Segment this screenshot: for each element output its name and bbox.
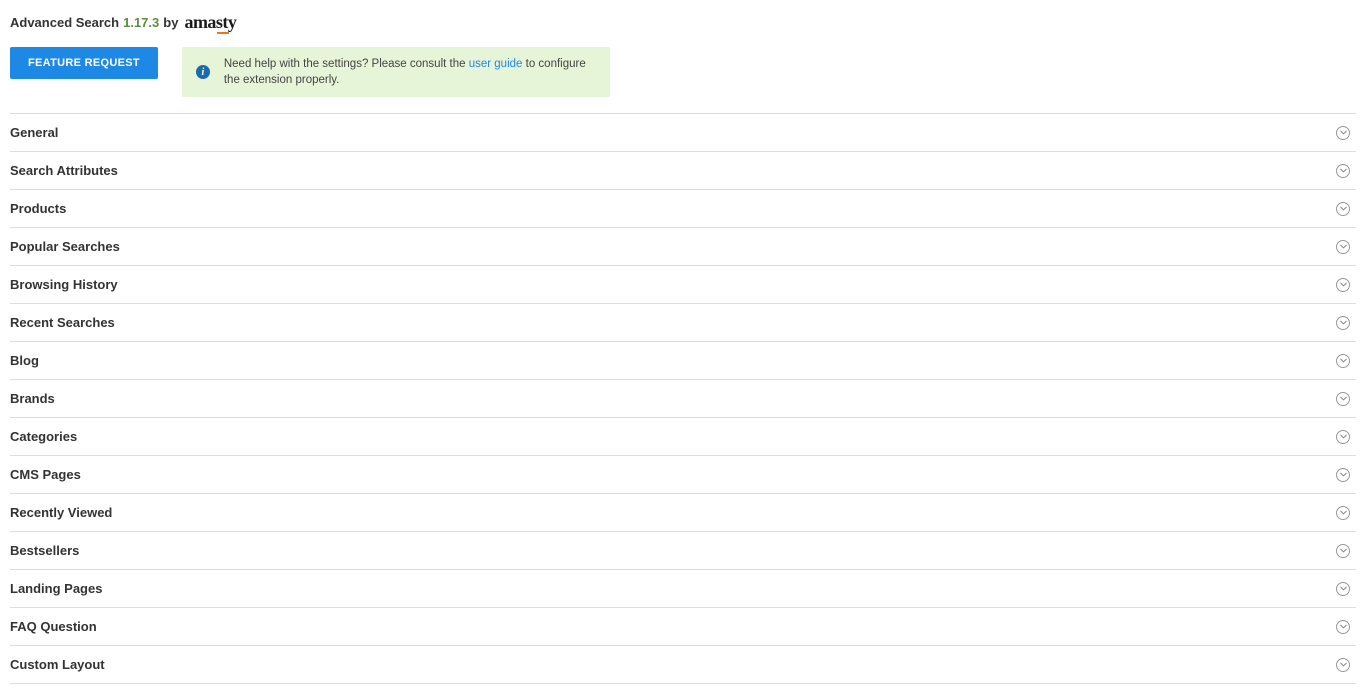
chevron-down-icon [1336,316,1350,330]
info-icon: i [196,65,210,79]
section-label: Categories [10,429,77,444]
section-row[interactable]: Categories [10,418,1356,456]
section-label: Custom Layout [10,657,105,672]
section-label: Popular Searches [10,239,120,254]
chevron-down-icon [1336,278,1350,292]
section-row[interactable]: Search Attributes [10,152,1356,190]
brand-logo: amasty [184,12,236,33]
chevron-down-icon [1336,354,1350,368]
chevron-down-icon [1336,582,1350,596]
user-guide-link[interactable]: user guide [469,58,523,70]
chevron-down-icon [1336,544,1350,558]
section-label: Browsing History [10,277,118,292]
section-label: Products [10,201,66,216]
section-row[interactable]: FAQ Question [10,608,1356,646]
info-text-before: Need help with the settings? Please cons… [224,58,469,70]
section-row[interactable]: Landing Pages [10,570,1356,608]
module-version: 1.17.3 [123,15,159,30]
module-title: Advanced Search [10,15,119,30]
feature-request-button[interactable]: FEATURE REQUEST [10,47,158,79]
chevron-down-icon [1336,240,1350,254]
section-row[interactable]: CMS Pages [10,456,1356,494]
section-label: General [10,125,58,140]
section-label: Brands [10,391,55,406]
info-banner: i Need help with the settings? Please co… [182,47,610,97]
section-label: CMS Pages [10,467,81,482]
section-row[interactable]: Products [10,190,1356,228]
section-row[interactable]: Custom Layout [10,646,1356,684]
sections-list: General Search Attributes Products Popular … [10,113,1356,684]
info-text: Need help with the settings? Please cons… [224,56,594,88]
chevron-down-icon [1336,506,1350,520]
chevron-down-icon [1336,126,1350,140]
section-label: Search Attributes [10,163,118,178]
section-row[interactable]: Popular Searches [10,228,1356,266]
chevron-down-icon [1336,620,1350,634]
chevron-down-icon [1336,468,1350,482]
section-row[interactable]: Recently Viewed [10,494,1356,532]
chevron-down-icon [1336,164,1350,178]
section-row[interactable]: Bestsellers [10,532,1356,570]
section-label: Recently Viewed [10,505,112,520]
section-row[interactable]: General [10,113,1356,152]
section-label: Blog [10,353,39,368]
header-row: Advanced Search 1.17.3 by amasty [10,12,1356,33]
section-label: Landing Pages [10,581,102,596]
chevron-down-icon [1336,202,1350,216]
by-text: by [163,15,178,30]
section-label: Recent Searches [10,315,115,330]
section-row[interactable]: Brands [10,380,1356,418]
section-row[interactable]: Recent Searches [10,304,1356,342]
chevron-down-icon [1336,658,1350,672]
chevron-down-icon [1336,392,1350,406]
section-label: Bestsellers [10,543,79,558]
chevron-down-icon [1336,430,1350,444]
section-row[interactable]: Browsing History [10,266,1356,304]
section-label: FAQ Question [10,619,97,634]
section-row[interactable]: Blog [10,342,1356,380]
action-row: FEATURE REQUEST i Need help with the set… [10,47,1356,97]
